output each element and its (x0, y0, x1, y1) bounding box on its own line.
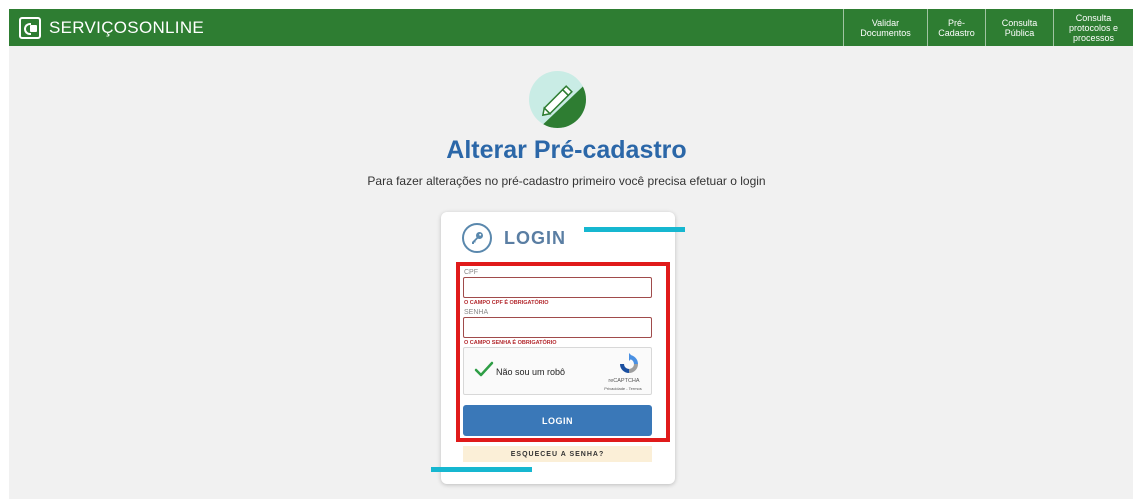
senha-error: O CAMPO SENHA É OBRIGATÓRIO (464, 340, 557, 346)
decorative-accent-bar (584, 227, 685, 232)
recaptcha-widget: Não sou um robô reCAPTCHA Privacidade - … (463, 347, 652, 395)
recaptcha-logo-icon (618, 353, 640, 375)
key-icon (462, 223, 492, 253)
nav-consulta-publica[interactable]: Consulta Pública (985, 9, 1053, 46)
nav-pre-cadastro[interactable]: Pré-Cadastro (927, 9, 985, 46)
senha-label: SENHA (464, 309, 489, 316)
cpf-input[interactable] (463, 277, 652, 298)
login-button[interactable]: LOGIN (463, 405, 652, 436)
main-nav: Validar Documentos Pré-Cadastro Consulta… (843, 9, 1133, 46)
page-subtitle: Para fazer alterações no pré-cadastro pr… (367, 174, 766, 188)
nav-validar-documentos[interactable]: Validar Documentos (843, 9, 927, 46)
top-navbar: SERVIÇOSONLINE Validar Documentos Pré-Ca… (9, 9, 1133, 46)
login-title: LOGIN (504, 227, 566, 248)
login-header: LOGIN (462, 223, 566, 253)
forgot-password-link[interactable]: ESQUECEU A SENHA? (463, 446, 652, 462)
checkmark-icon[interactable] (474, 360, 494, 383)
brand[interactable]: SERVIÇOSONLINE (19, 9, 204, 46)
edit-pencil-icon (529, 71, 586, 128)
page-title: Alterar Pré-cadastro (446, 136, 687, 164)
cpf-error: O CAMPO CPF É OBRIGATÓRIO (464, 300, 549, 306)
recaptcha-brand: reCAPTCHA (608, 378, 640, 384)
cpf-label: CPF (464, 269, 478, 276)
recaptcha-label: Não sou um robô (496, 367, 566, 377)
brand-name: SERVIÇOSONLINE (49, 17, 205, 37)
services-logo-icon (19, 16, 41, 39)
recaptcha-links[interactable]: Privacidade - Termos (594, 386, 652, 391)
nav-consulta-protocolos[interactable]: Consulta protocolos e processos (1053, 9, 1133, 46)
decorative-accent-bar (431, 467, 532, 472)
senha-input[interactable] (463, 317, 652, 338)
